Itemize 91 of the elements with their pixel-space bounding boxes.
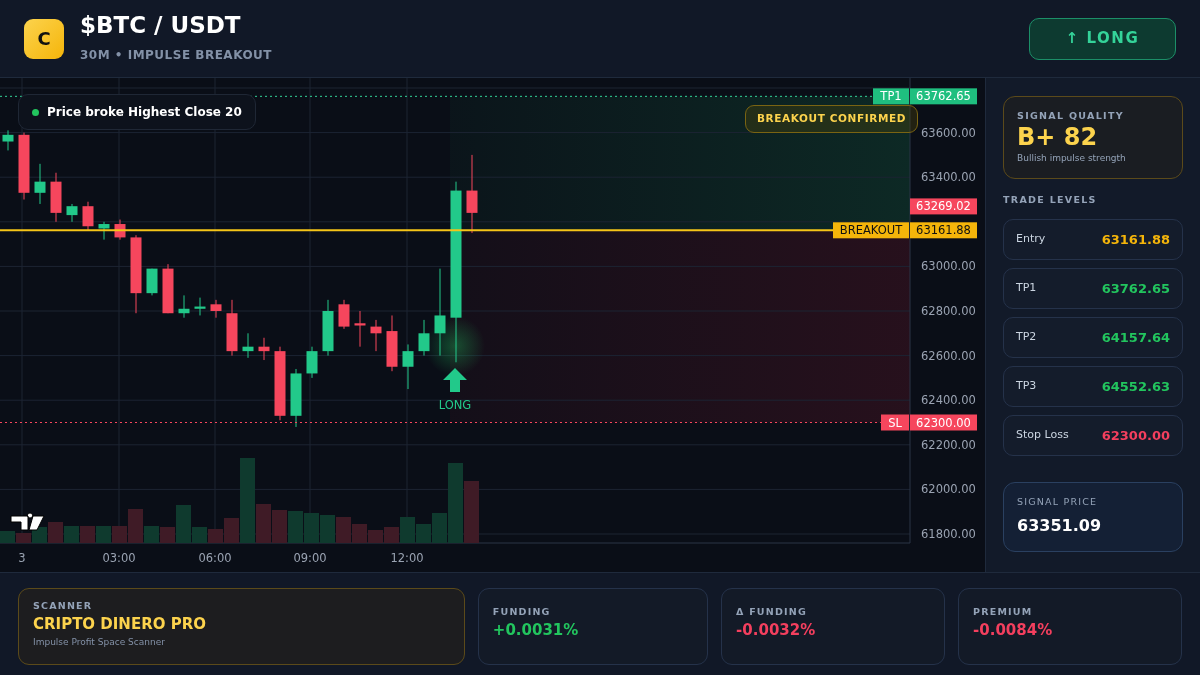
candle bbox=[18, 132, 30, 200]
candle bbox=[2, 129, 14, 151]
time-tick: 3 bbox=[18, 551, 26, 565]
level-tag: TP1 bbox=[873, 88, 909, 105]
price-tick: 61800.00 bbox=[921, 527, 976, 541]
subtitle: 30M • IMPULSE BREAKOUT bbox=[80, 47, 273, 65]
price-tag: 63762.65 bbox=[910, 88, 977, 105]
level-value: 63161.88 bbox=[1101, 230, 1170, 249]
candle bbox=[322, 299, 334, 357]
candle bbox=[178, 294, 190, 319]
price-tag: 63269.02 bbox=[910, 198, 977, 215]
up-arrow-icon bbox=[443, 368, 467, 392]
level-label: TP3 bbox=[1016, 378, 1037, 395]
time-tick: 09:00 bbox=[293, 551, 327, 565]
candle bbox=[258, 337, 270, 361]
volume-bar bbox=[80, 526, 95, 543]
stat-label: Δ FUNDING bbox=[736, 605, 808, 619]
stat-label: FUNDING bbox=[492, 605, 552, 619]
quality-grade: B+ 82 bbox=[1017, 123, 1099, 153]
candle bbox=[146, 268, 158, 296]
level-label: TP2 bbox=[1016, 329, 1037, 346]
candle bbox=[226, 299, 238, 357]
price-tag: 62300.00 bbox=[910, 414, 977, 431]
level-tag: BREAKOUT bbox=[833, 222, 909, 239]
section-title: TRADE LEVELS bbox=[1003, 192, 1098, 207]
price-tag: 63161.88 bbox=[910, 222, 977, 239]
candle bbox=[34, 163, 46, 205]
stat-value: -0.0032% bbox=[736, 620, 817, 642]
time-tick: 06:00 bbox=[198, 551, 232, 565]
chart-logo-icon bbox=[10, 512, 45, 531]
stat-note: Impulse Profit Space Scanner bbox=[33, 635, 166, 649]
card-label: SIGNAL QUALITY bbox=[1017, 109, 1125, 123]
candle bbox=[354, 310, 366, 348]
stat-value: -0.0084% bbox=[973, 620, 1054, 642]
price-tick: 62600.00 bbox=[921, 348, 976, 363]
stat-value: +0.0031% bbox=[492, 620, 580, 642]
volume-bar bbox=[48, 522, 63, 543]
candle bbox=[290, 368, 302, 428]
level-label: Entry bbox=[1016, 231, 1046, 248]
candle bbox=[242, 332, 254, 359]
candle bbox=[162, 263, 174, 314]
price-tick: 62000.00 bbox=[921, 482, 976, 497]
price-tick: 62400.00 bbox=[921, 393, 976, 408]
candle bbox=[50, 172, 62, 223]
level-value: 64552.63 bbox=[1101, 377, 1170, 396]
candle bbox=[98, 221, 110, 241]
candle bbox=[114, 219, 126, 241]
notice-text: Price broke Highest Close 20 bbox=[47, 105, 242, 119]
candle bbox=[306, 346, 318, 379]
signal-price: 63351.09 bbox=[1017, 515, 1102, 538]
candle bbox=[82, 201, 94, 232]
time-tick: 03:00 bbox=[102, 551, 136, 565]
candle bbox=[418, 319, 430, 357]
candle bbox=[402, 343, 414, 390]
logo-icon: C bbox=[24, 18, 64, 59]
volume-bar bbox=[64, 526, 79, 543]
volume-bar bbox=[336, 517, 351, 543]
candle bbox=[210, 299, 222, 319]
time-tick: 12:00 bbox=[390, 551, 424, 565]
pair-title: $BTC / USDT bbox=[80, 12, 242, 39]
candle bbox=[338, 299, 350, 330]
level-label: Stop Loss bbox=[1016, 427, 1069, 444]
stat-label: SCANNER bbox=[33, 599, 94, 613]
level-value: 64157.64 bbox=[1101, 328, 1170, 347]
card-label: SIGNAL PRICE bbox=[1017, 494, 1099, 509]
level-value: 63762.65 bbox=[1101, 279, 1170, 298]
price-tick: 62800.00 bbox=[921, 304, 976, 318]
price-tick: 63600.00 bbox=[921, 125, 976, 140]
price-tick: 63400.00 bbox=[921, 170, 976, 185]
level-label: TP1 bbox=[1016, 280, 1037, 297]
breakout-badge: BREAKOUT CONFIRMED bbox=[745, 105, 919, 133]
volume-bar bbox=[96, 526, 111, 543]
candle bbox=[66, 203, 78, 223]
volume-bar bbox=[304, 513, 319, 543]
volume-bar bbox=[320, 515, 335, 543]
volume-bar bbox=[464, 481, 479, 543]
volume-bar bbox=[0, 531, 15, 543]
signal-label: LONG bbox=[438, 398, 472, 412]
volume-bar bbox=[288, 511, 303, 543]
volume-bar bbox=[272, 510, 287, 543]
level-value: 62300.00 bbox=[1101, 426, 1170, 445]
candle bbox=[194, 297, 206, 316]
price-tick: 63000.00 bbox=[921, 259, 976, 274]
stat-value: CRIPTO DINERO PRO bbox=[33, 614, 207, 636]
quality-note: Bullish impulse strength bbox=[1017, 152, 1127, 166]
price-tick: 62200.00 bbox=[921, 437, 976, 452]
candle bbox=[370, 319, 382, 352]
stat-label: PREMIUM bbox=[973, 605, 1034, 619]
status-dot bbox=[32, 109, 39, 116]
candle bbox=[386, 314, 398, 372]
long-button[interactable]: ↑ LONG bbox=[1029, 17, 1176, 60]
